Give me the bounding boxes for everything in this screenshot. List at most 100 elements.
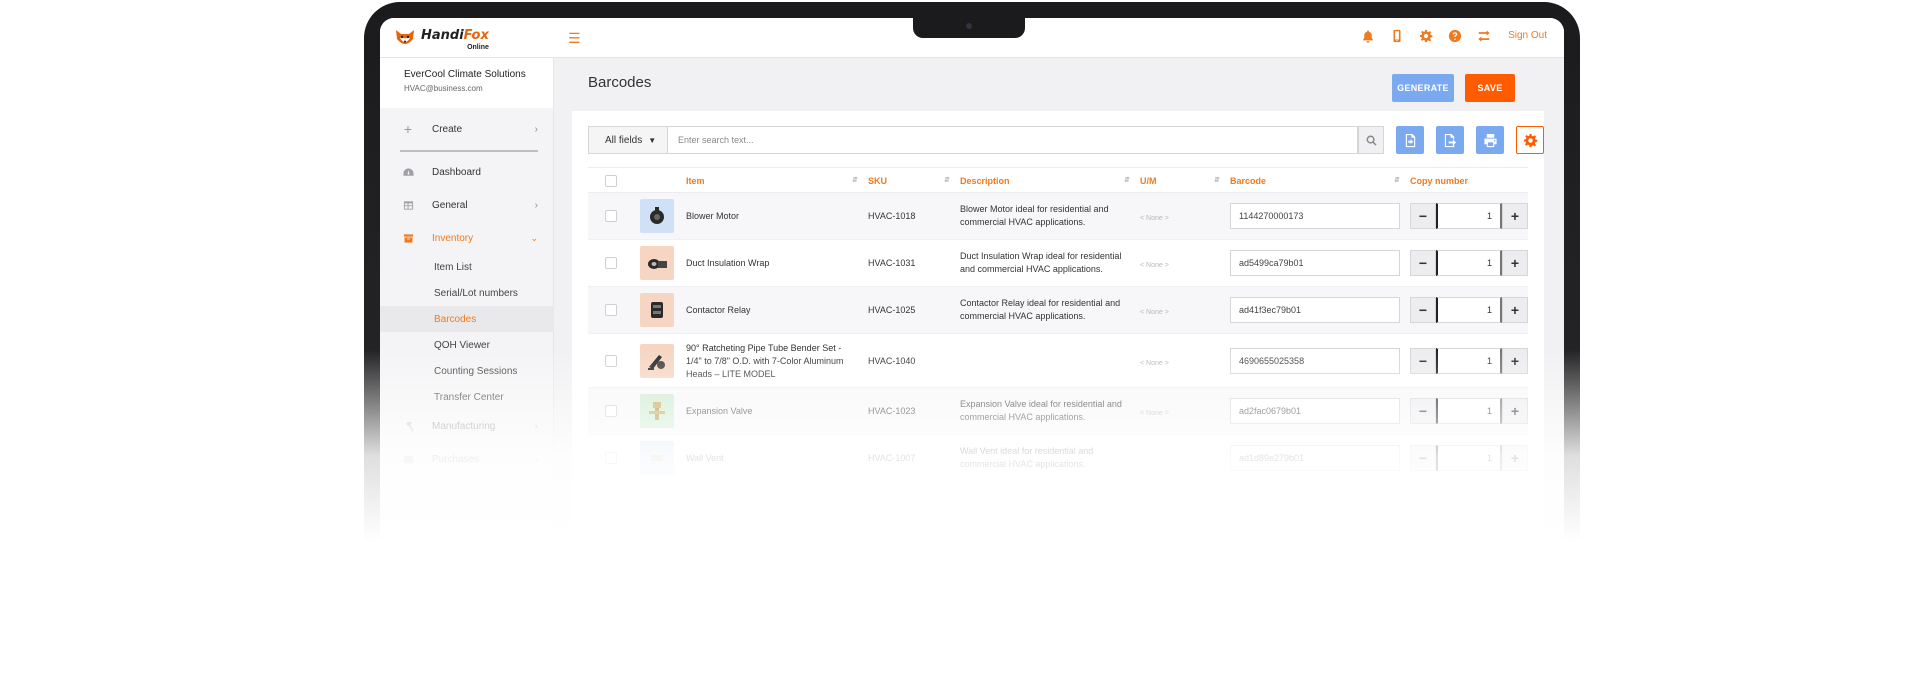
sidebar-subitem-barcodes[interactable]: Barcodes	[380, 306, 554, 332]
column-header-barcode[interactable]: Barcode	[1230, 176, 1266, 186]
search-input[interactable]	[668, 126, 1358, 154]
item-name: 90° Ratcheting Pipe Tube Bender Set - 1/…	[686, 343, 844, 379]
import-button[interactable]	[1396, 126, 1424, 154]
sidebar-item-label: Create	[432, 123, 463, 135]
logo-sub: Online	[467, 44, 489, 51]
column-header-description[interactable]: Description	[960, 176, 1010, 186]
sidebar-subitem-serial-lot[interactable]: Serial/Lot numbers	[380, 280, 554, 306]
sidebar-item-general[interactable]: General ›	[380, 192, 554, 218]
column-header-item[interactable]: Item	[686, 176, 705, 186]
page-title: Barcodes	[588, 74, 652, 91]
row-checkbox[interactable]	[605, 405, 617, 417]
sidebar: EverCool Climate Solutions HVAC@business…	[380, 58, 554, 622]
sidebar-subitem-item-list[interactable]: Item List	[380, 254, 554, 280]
sort-icon[interactable]: ⇵	[1394, 176, 1400, 184]
sort-icon[interactable]: ⇵	[852, 176, 858, 184]
item-description: Wall Vent ideal for residential and comm…	[960, 446, 1094, 469]
select-all-checkbox[interactable]	[605, 175, 617, 187]
row-checkbox[interactable]	[605, 355, 617, 367]
decrement-button[interactable]: −	[1410, 348, 1436, 374]
fox-logo-icon	[396, 30, 414, 44]
row-checkbox[interactable]	[605, 257, 617, 269]
decrement-button[interactable]: −	[1410, 297, 1436, 323]
item-um[interactable]: < None >	[1140, 212, 1169, 225]
field-filter-dropdown[interactable]: All fields ▼	[588, 126, 668, 154]
row-checkbox[interactable]	[605, 304, 617, 316]
mobile-icon[interactable]	[1389, 28, 1404, 43]
increment-button[interactable]: +	[1502, 203, 1528, 229]
barcode-input[interactable]	[1230, 348, 1400, 374]
copy-number-input[interactable]	[1436, 297, 1502, 323]
increment-button[interactable]: +	[1502, 348, 1528, 374]
table-settings-button[interactable]	[1516, 126, 1544, 154]
barcode-input[interactable]	[1230, 445, 1400, 471]
decrement-button[interactable]: −	[1410, 203, 1436, 229]
copy-number-input[interactable]	[1436, 250, 1502, 276]
copy-number-input[interactable]	[1436, 445, 1502, 471]
copy-number-input[interactable]	[1436, 203, 1502, 229]
column-header-sku[interactable]: SKU	[868, 176, 887, 186]
print-button[interactable]	[1476, 126, 1504, 154]
increment-button[interactable]: +	[1502, 250, 1528, 276]
barcode-input[interactable]	[1230, 398, 1400, 424]
table-row[interactable]: Contactor Relay HVAC-1025 Contactor Rela…	[588, 287, 1528, 334]
sort-icon[interactable]: ⇵	[1124, 176, 1130, 184]
item-thumbnail	[640, 441, 674, 475]
column-header-copy-number[interactable]: Copy number	[1410, 176, 1468, 186]
table-row[interactable]: Duct Insulation Wrap HVAC-1031 Duct Insu…	[588, 240, 1528, 287]
sidebar-item-purchases[interactable]: Purchases ›	[380, 446, 554, 472]
table-icon	[402, 199, 414, 211]
sidebar-item-create[interactable]: + Create ›	[380, 116, 554, 142]
item-um[interactable]: < None >	[1140, 306, 1169, 319]
table-row[interactable]: Wall Vent HVAC-1007 Wall Vent ideal for …	[588, 435, 1528, 482]
sidebar-item-manufacturing[interactable]: Manufacturing ›	[380, 413, 554, 439]
sign-out-link[interactable]: Sign Out	[1508, 30, 1547, 41]
import-icon	[1405, 133, 1415, 147]
decrement-button[interactable]: −	[1410, 250, 1436, 276]
sidebar-item-dashboard[interactable]: Dashboard	[380, 159, 554, 185]
barcode-input[interactable]	[1230, 250, 1400, 276]
barcode-input[interactable]	[1230, 203, 1400, 229]
item-description: Duct Insulation Wrap ideal for residenti…	[960, 251, 1122, 274]
copy-number-input[interactable]	[1436, 398, 1502, 424]
item-um[interactable]: < None >	[1140, 357, 1169, 370]
chevron-right-icon: ›	[534, 123, 538, 135]
generate-button[interactable]: GENERATE	[1392, 74, 1454, 102]
help-icon[interactable]	[1447, 28, 1462, 43]
wall-vent-icon	[649, 453, 665, 463]
bell-icon[interactable]	[1360, 28, 1375, 43]
copy-number-input[interactable]	[1436, 348, 1502, 374]
search-button[interactable]	[1358, 126, 1384, 154]
decrement-button[interactable]: −	[1410, 398, 1436, 424]
table-row[interactable]: Blower Motor HVAC-1018 Blower Motor idea…	[588, 193, 1528, 240]
row-checkbox[interactable]	[605, 452, 617, 464]
item-name: Wall Vent	[686, 453, 724, 463]
hamburger-icon[interactable]: ☰	[568, 30, 581, 47]
table-row[interactable]: Expansion Valve HVAC-1023 Expansion Valv…	[588, 388, 1528, 435]
item-um[interactable]: < None >	[1140, 259, 1169, 272]
table-row[interactable]: 90° Ratcheting Pipe Tube Bender Set - 1/…	[588, 334, 1528, 388]
sort-icon[interactable]: ⇵	[944, 176, 950, 184]
gear-icon[interactable]	[1418, 28, 1433, 43]
row-checkbox[interactable]	[605, 210, 617, 222]
sidebar-subitem-qoh-viewer[interactable]: QOH Viewer	[380, 332, 554, 358]
barcode-input[interactable]	[1230, 297, 1400, 323]
handifox-logo[interactable]: HandiFox Online	[394, 27, 489, 51]
export-button[interactable]	[1436, 126, 1464, 154]
item-um[interactable]: < None >	[1140, 407, 1169, 420]
item-thumbnail	[640, 199, 674, 233]
sidebar-subitem-transfer-center[interactable]: Transfer Center	[380, 384, 554, 410]
increment-button[interactable]: +	[1502, 445, 1528, 471]
increment-button[interactable]: +	[1502, 398, 1528, 424]
column-header-um[interactable]: U/M	[1140, 176, 1157, 186]
increment-button[interactable]: +	[1502, 297, 1528, 323]
laptop-notch	[913, 16, 1025, 38]
decrement-button[interactable]: −	[1410, 445, 1436, 471]
sidebar-item-inventory[interactable]: Inventory ⌄	[380, 225, 554, 251]
item-sku: HVAC-1025	[868, 305, 916, 315]
sort-icon[interactable]: ⇵	[1214, 176, 1220, 184]
barcodes-panel: All fields ▼ Item	[572, 111, 1544, 622]
sync-icon[interactable]	[1476, 28, 1491, 43]
save-button[interactable]: SAVE	[1465, 74, 1515, 102]
sidebar-subitem-counting-sessions[interactable]: Counting Sessions	[380, 358, 554, 384]
